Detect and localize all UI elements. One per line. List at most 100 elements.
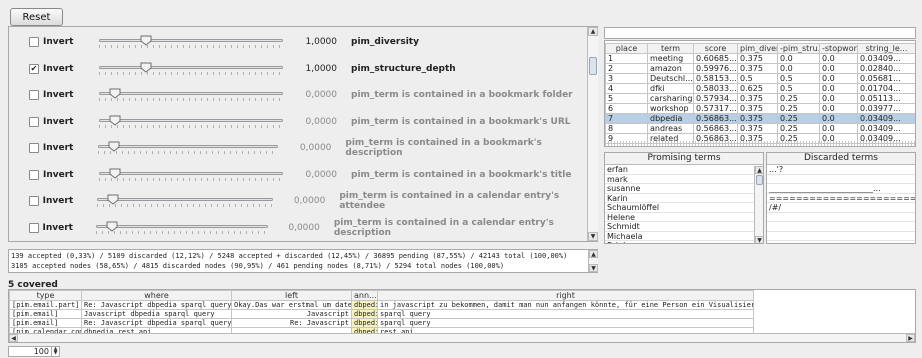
scroll-thumb[interactable] [589,57,597,75]
scroll-up-icon[interactable]: ▲ [589,250,598,258]
column-header[interactable]: right [377,290,754,301]
column-header[interactable]: type [9,290,82,301]
table-cell: 0.0 [819,123,858,134]
scroll-down-icon[interactable]: ▼ [588,232,598,241]
list-item[interactable]: Helene [605,213,763,222]
weight-slider[interactable] [94,141,282,155]
table-cell: 0.58153... [693,73,738,84]
scroll-down-icon[interactable]: ▼ [589,264,598,272]
invert-checkbox[interactable] [29,169,39,180]
column-header[interactable]: string_le... [857,43,915,54]
count-spinner[interactable]: 100 ▲ ▼ [8,346,60,357]
weight-slider[interactable] [93,194,277,208]
filter-name: pim_structure_depth [351,63,456,74]
table-row[interactable]: 7 dbpedia 0.56863... 0.375 0.25 0.0 0.03409... [605,113,915,124]
table-cell: 6 [605,103,648,114]
column-header[interactable]: -pim_stru... [777,43,820,54]
table-row[interactable]: 6 workshop 0.57317... 0.375 0.25 0.0 0.03977..… [605,103,915,114]
table-cell: Deutschl... [647,73,694,84]
column-header[interactable]: score [693,43,738,54]
list-item[interactable] [767,213,915,222]
stats-scrollbar[interactable]: ▲ ▼ [588,250,598,272]
filter-row: Invert 0,0000 pim_term is contained in a b… [9,136,597,160]
filter-value: 0,0000 [288,222,320,233]
list-item[interactable]: mark [605,175,763,184]
slider-thumb[interactable] [140,62,152,73]
list-item[interactable]: Schmidt [605,222,763,232]
terms-table: placetermscorepim_diver...-pim_stru...-s… [605,43,915,144]
table-cell: dbpedia [351,309,378,319]
list-item[interactable]: /#/ [767,203,915,213]
reset-button[interactable]: Reset [10,8,63,26]
list-item[interactable]: ...'? [767,165,915,175]
filter-name: pim_term is contained in a bookmark's UR… [351,116,571,127]
weight-slider[interactable] [95,168,287,182]
list-item[interactable] [767,222,915,232]
table-cell: sparql query [377,309,754,319]
invert-checkbox[interactable] [29,143,39,153]
table-row[interactable]: [pim.email] Javascript dbpedia sparql que… [9,309,754,319]
spinner-arrows-icon[interactable]: ▲ ▼ [51,347,59,356]
list-item[interactable] [767,175,915,184]
slider-thumb[interactable] [109,88,121,99]
list-item[interactable]: __________________________... [767,184,915,194]
invert-checkbox[interactable] [29,196,39,206]
list-item[interactable]: Schaumlöffel [605,203,763,213]
weight-slider[interactable] [95,62,287,76]
column-header[interactable]: term [647,43,694,54]
list-item[interactable]: Michaela [605,232,763,241]
table-cell: sparql query [377,318,754,328]
scroll-down-icon[interactable]: ▼ [755,236,763,243]
column-header[interactable]: left [231,290,352,301]
slider-thumb[interactable] [109,115,121,126]
table-cell: 0.03977... [857,103,915,114]
invert-checkbox[interactable] [29,37,39,47]
promising-scrollbar[interactable]: ▲ ▼ [754,166,763,243]
column-header[interactable]: where [81,290,232,301]
slider-thumb[interactable] [107,194,119,205]
invert-checkbox[interactable]: ✔ [29,63,39,74]
scroll-right-icon[interactable]: ▶ [906,334,915,342]
table-row[interactable]: 5 carsharing 0.57934... 0.375 0.25 0.0 0.05113… [605,93,915,104]
slider-thumb[interactable] [109,168,121,179]
list-item[interactable]: Karin [605,194,763,203]
list-item[interactable]: susanne [605,184,763,194]
invert-checkbox[interactable] [29,90,39,100]
scroll-up-icon[interactable]: ▲ [588,27,598,36]
column-header[interactable]: ann... [351,290,378,301]
table-row[interactable]: 1 meeting 0.60685... 0.375 0.0 0.0 0.03409... [605,53,915,64]
table-cell: Re: Javascript dbpedia sparql query [81,300,232,310]
table-row[interactable]: 4 dfki 0.58033... 0.625 0.5 0.0 0.01704... [605,83,915,94]
table-cell: 0.0 [819,83,858,94]
invert-checkbox[interactable] [29,116,39,127]
table-row[interactable]: [pim.email.part] Re: Javascript dbpedia s… [9,300,754,310]
table-row[interactable]: 2 amazon 0.59976... 0.375 0.0 0.0 0.02840... [605,63,915,74]
table-row[interactable]: [pim.email] Re: Javascript dbpedia sparql… [9,318,754,328]
weight-slider[interactable] [92,221,272,235]
column-header[interactable]: -stopwor... [819,43,858,54]
list-item[interactable]: erfan [605,165,763,175]
slider-thumb[interactable] [140,35,152,46]
list-item[interactable] [767,232,915,241]
scroll-up-icon[interactable]: ▲ [755,166,763,174]
weight-slider[interactable] [95,35,287,49]
term-search-input[interactable] [604,27,916,39]
slider-thumb[interactable] [106,221,118,232]
scroll-thumb[interactable] [756,175,763,185]
filter-scrollbar[interactable]: ▲ ▼ [587,27,598,241]
list-item[interactable]: ===========================... [767,194,915,203]
invert-checkbox[interactable] [29,222,39,233]
weight-slider[interactable] [95,88,287,102]
column-header[interactable]: pim_diver... [737,43,778,54]
list-item[interactable]: Brink [605,241,763,243]
table-row[interactable]: 3 Deutschl... 0.58153... 0.5 0.5 0.0 0.05681..… [605,73,915,84]
table-row[interactable]: 8 andreas 0.56863... 0.375 0.25 0.0 0.03409... [605,123,915,134]
invert-label: Invert [43,90,74,100]
weight-slider[interactable] [95,115,287,129]
covered-hscrollbar[interactable]: ◀ ▶ [9,333,915,342]
table-resize-grip[interactable] [605,141,915,146]
scroll-left-icon[interactable]: ◀ [9,334,18,342]
slider-thumb[interactable] [108,141,120,152]
table-cell: 0.02840... [857,63,915,74]
column-header[interactable]: place [605,43,648,54]
